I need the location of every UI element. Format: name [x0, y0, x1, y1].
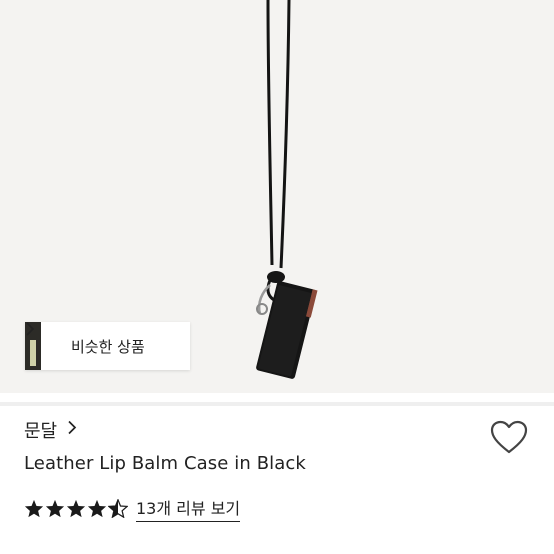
review-link[interactable]: 13개 리뷰 보기	[136, 495, 241, 522]
brand-link[interactable]: 문달	[24, 417, 77, 443]
star-full-icon	[45, 499, 65, 517]
star-rating	[24, 498, 128, 518]
chevron-right-icon	[67, 420, 77, 440]
image-bottom-divider	[0, 393, 554, 415]
star-half-icon	[108, 498, 128, 518]
similar-products-button[interactable]: 비슷한 상품	[25, 322, 190, 370]
heart-outline-icon	[490, 420, 528, 454]
star-full-icon	[24, 499, 44, 517]
rating-row: 13개 리뷰 보기	[24, 495, 241, 522]
star-full-icon	[87, 499, 107, 517]
brand-name: 문달	[24, 421, 58, 442]
wishlist-button[interactable]	[490, 420, 528, 456]
product-image[interactable]: 비슷한 상품	[0, 0, 554, 393]
star-full-icon	[66, 499, 86, 517]
similar-products-label: 비슷한 상품	[71, 337, 145, 356]
product-title: Leather Lip Balm Case in Black	[24, 453, 306, 474]
